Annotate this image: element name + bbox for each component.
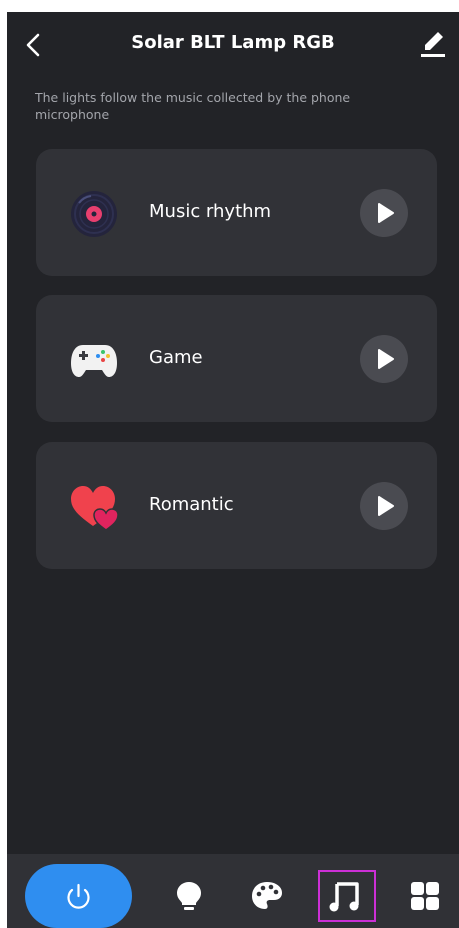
- game-card[interactable]: Game: [36, 295, 437, 422]
- play-button[interactable]: [360, 335, 408, 383]
- palette-icon: [252, 882, 282, 909]
- edit-button[interactable]: [417, 26, 449, 62]
- music-note-icon: [329, 882, 359, 912]
- play-icon: [378, 496, 394, 516]
- gamepad-icon: [69, 335, 119, 385]
- page-title: Solar BLT Lamp RGB: [131, 32, 335, 53]
- romantic-card[interactable]: Romantic: [36, 442, 437, 569]
- play-button[interactable]: [360, 189, 408, 237]
- power-icon: [67, 883, 90, 909]
- play-icon: [378, 349, 394, 369]
- play-icon: [378, 203, 394, 223]
- mode-description: The lights follow the music collected by…: [35, 90, 351, 122]
- music-mode-screen: Solar BLT Lamp RGB The lights follow the…: [7, 12, 459, 928]
- nav-white-light[interactable]: [162, 872, 216, 920]
- mode-label: Game: [149, 347, 203, 368]
- mode-label: Music rhythm: [149, 201, 272, 222]
- vinyl-record-icon: [69, 189, 119, 239]
- hearts-icon: [69, 482, 119, 532]
- bottom-nav: [7, 854, 459, 928]
- pencil-icon: [421, 32, 445, 57]
- header: Solar BLT Lamp RGB: [7, 12, 459, 76]
- play-button[interactable]: [360, 482, 408, 530]
- grid-icon: [411, 882, 439, 910]
- mode-label: Romantic: [149, 494, 234, 515]
- power-button[interactable]: [25, 864, 132, 928]
- nav-color[interactable]: [240, 872, 294, 920]
- bulb-icon: [177, 882, 201, 910]
- music-rhythm-card[interactable]: Music rhythm: [36, 149, 437, 276]
- nav-scenes[interactable]: [398, 872, 452, 920]
- nav-music[interactable]: [318, 870, 376, 922]
